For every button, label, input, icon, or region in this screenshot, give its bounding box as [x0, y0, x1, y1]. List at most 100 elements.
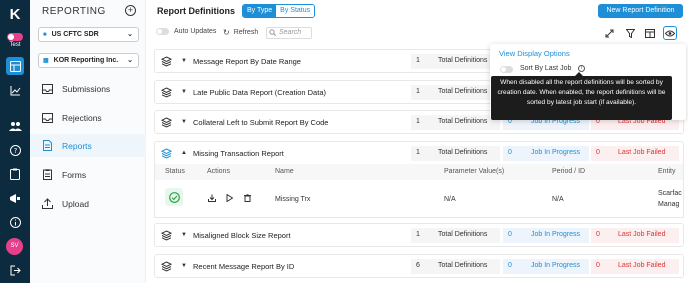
logout-icon[interactable] [6, 261, 24, 279]
sidebar-item-label: Submissions [62, 83, 111, 94]
play-icon[interactable] [226, 193, 234, 204]
filter-icon[interactable] [623, 26, 637, 40]
report-definitions-table: Status Actions Name Parameter Value(s) P… [154, 164, 684, 218]
total-definitions-count: 1 [416, 149, 420, 156]
inbox-reject-icon [42, 112, 53, 123]
sort-by-last-job-toggle[interactable] [500, 66, 513, 73]
by-status-button[interactable]: By Status [276, 5, 315, 17]
refresh-label: Refresh [233, 29, 259, 36]
job-in-progress-label: Job In Progress [531, 149, 581, 156]
search-input[interactable]: Search [266, 27, 312, 39]
env-toggle[interactable] [7, 33, 23, 41]
last-job-failed-count: 0 [596, 231, 600, 238]
sidebar-item-forms[interactable]: Forms [30, 163, 146, 186]
new-report-definition-button[interactable]: New Report Definition [598, 4, 683, 18]
layers-icon [160, 148, 173, 159]
info-icon[interactable]: i [578, 65, 585, 72]
last-job-failed-label: Last Job Failed [618, 231, 666, 238]
layers-icon [160, 87, 173, 98]
add-icon[interactable]: + [125, 5, 136, 16]
job-in-progress-count: 0 [508, 149, 512, 156]
last-job-failed-count: 0 [596, 149, 600, 156]
search-placeholder: Search [279, 29, 302, 36]
column-header: Actions [207, 168, 230, 175]
total-definitions-badge: 1 Total Definitions [411, 228, 500, 243]
caret-down-icon[interactable]: ▼ [181, 263, 187, 269]
regime-select[interactable]: ■ US CFTC SDR ⌄ [38, 27, 139, 42]
report-type-name: Recent Message Report By ID [193, 262, 295, 271]
people-icon[interactable] [6, 117, 24, 135]
job-in-progress-badge: 0 Job In Progress [503, 146, 589, 161]
svg-text:?: ? [13, 147, 17, 155]
column-header: Period / ID [552, 168, 586, 175]
auto-updates-label: Auto Updates [174, 28, 217, 35]
report-type-row[interactable]: ▼ Recent Message Report By ID 6 Total Def… [154, 254, 684, 278]
caret-down-icon[interactable]: ▼ [181, 119, 187, 125]
document-icon [42, 140, 53, 151]
auto-updates-toggle[interactable] [156, 28, 169, 35]
report-type-row[interactable]: ▼ Misaligned Block Size Report 1 Total De… [154, 223, 684, 247]
trash-icon[interactable] [244, 194, 251, 204]
grid-icon[interactable] [6, 57, 24, 75]
last-job-failed-badge: 0 Last Job Failed [591, 228, 679, 243]
upload-icon [42, 198, 53, 209]
total-definitions-count: 1 [416, 231, 420, 238]
caret-down-icon[interactable]: ▼ [181, 89, 187, 95]
column-header: Status [165, 168, 185, 175]
download-icon[interactable] [208, 194, 216, 204]
chevron-down-icon: ⌄ [127, 57, 133, 64]
building-icon: ▦ [43, 58, 49, 64]
info-icon[interactable] [6, 213, 24, 231]
refresh-icon: ↻ [223, 28, 230, 37]
display-options-title: View Display Options [499, 49, 570, 58]
page-title: Report Definitions [157, 6, 235, 16]
caret-down-icon[interactable]: ▼ [181, 232, 187, 238]
eye-icon[interactable] [663, 26, 677, 40]
status-success-icon [165, 188, 183, 206]
job-in-progress-count: 0 [508, 231, 512, 238]
sidebar-item-label: Reports [62, 140, 92, 151]
form-icon [42, 169, 53, 180]
main-content: Report Definitions By Type By Status New… [146, 0, 688, 283]
total-definitions-label: Total Definitions [438, 88, 488, 95]
total-definitions-badge: 1 Total Definitions [411, 54, 500, 69]
total-definitions-label: Total Definitions [438, 149, 488, 156]
sidebar-item-upload[interactable]: Upload [30, 192, 146, 215]
job-in-progress-label: Job In Progress [531, 262, 581, 269]
clipboard-icon[interactable] [6, 165, 24, 183]
entity-select[interactable]: ▦ KOR Reporting Inc. ⌄ [38, 53, 139, 68]
refresh-button[interactable]: ↻ Refresh [223, 28, 258, 37]
sidebar-item-label: Forms [62, 169, 87, 180]
total-definitions-badge: 1 Total Definitions [411, 146, 500, 161]
sidebar-item-reports[interactable]: Reports [30, 134, 146, 157]
total-definitions-label: Total Definitions [438, 118, 488, 125]
sort-tooltip: When disabled all the report definitions… [491, 72, 672, 120]
columns-icon[interactable] [643, 26, 657, 40]
total-definitions-count: 1 [416, 57, 420, 64]
report-type-name: Misaligned Block Size Report [193, 231, 291, 240]
total-definitions-label: Total Definitions [438, 57, 488, 64]
sidebar-item-rejections[interactable]: Rejections [30, 106, 146, 129]
user-avatar[interactable]: SV [6, 238, 23, 255]
report-type-name: Late Public Data Report (Creation Data) [193, 88, 326, 97]
caret-up-icon[interactable]: ▲ [181, 150, 187, 156]
report-type-name: Message Report By Date Range [193, 57, 301, 66]
sidebar-item-submissions[interactable]: Submissions [30, 77, 146, 100]
caret-down-icon[interactable]: ▼ [181, 58, 187, 64]
megaphone-icon[interactable] [6, 189, 24, 207]
help-icon[interactable]: ? [6, 141, 24, 159]
chevron-down-icon: ⌄ [127, 31, 133, 38]
layers-icon [160, 117, 173, 128]
layers-icon [160, 261, 173, 272]
definition-name[interactable]: Missing Trx [275, 196, 310, 203]
last-job-failed-badge: 0 Last Job Failed [591, 146, 679, 161]
kor-logo[interactable]: K [6, 6, 24, 24]
report-type-row-expanded[interactable]: ▲ Missing Transaction Report 1 Total Defi… [154, 141, 684, 165]
by-type-button[interactable]: By Type [243, 5, 277, 17]
sidebar-item-label: Rejections [62, 112, 102, 123]
chart-line-icon[interactable] [6, 81, 24, 99]
total-definitions-badge: 6 Total Definitions [411, 259, 500, 274]
auto-updates[interactable]: Auto Updates [156, 28, 216, 35]
expand-icon[interactable] [602, 26, 616, 40]
entity-name: Scarfac [658, 190, 682, 197]
